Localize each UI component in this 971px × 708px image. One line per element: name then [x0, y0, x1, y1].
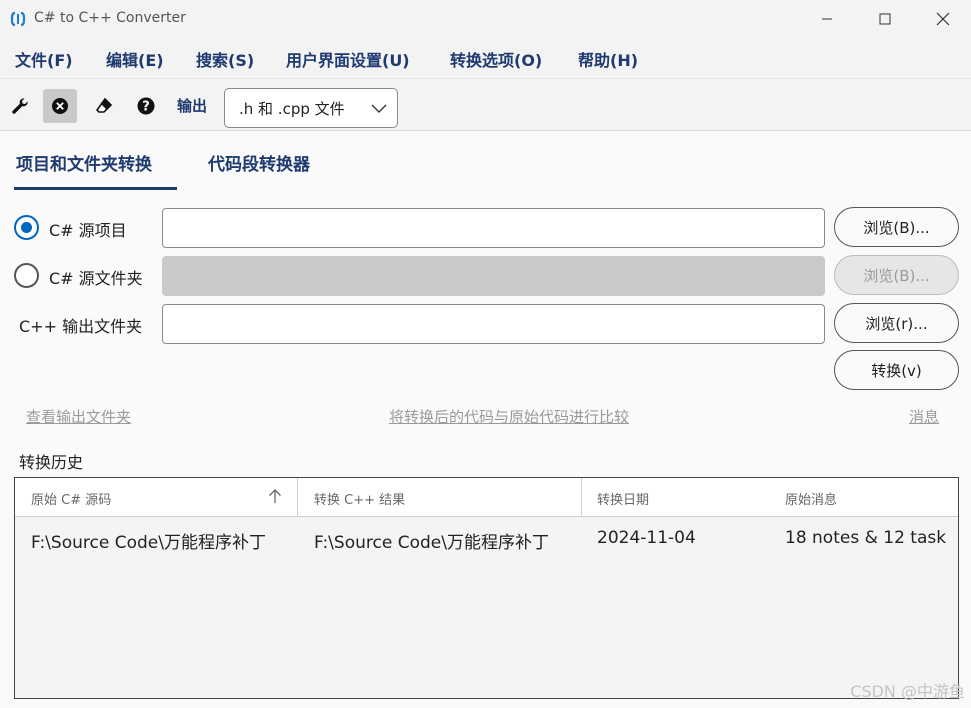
clear-tool-button[interactable]: [87, 89, 121, 123]
convert-button[interactable]: 转换(v): [834, 350, 959, 390]
minimize-icon: [822, 18, 832, 20]
menu-conversion-options[interactable]: 转换选项(O): [450, 47, 542, 71]
column-header-date[interactable]: 转换日期: [597, 489, 649, 508]
source-folder-input: [162, 256, 825, 296]
table-cell-messages: 18 notes & 12 task: [785, 528, 947, 548]
source-folder-label: C# 源文件夹: [49, 269, 143, 288]
main-panel: 项目和文件夹转换 代码段转换器 C# 源项目 浏览(B)... C# 源文件夹 …: [0, 131, 971, 708]
settings-tool-button[interactable]: [3, 89, 37, 123]
column-header-result[interactable]: 转换 C++ 结果: [314, 489, 405, 508]
watermark: CSDN @中游鱼: [850, 682, 965, 701]
minimize-button[interactable]: [798, 0, 856, 38]
table-header: 原始 C# 源码 转换 C++ 结果 转换日期 原始消息: [15, 478, 958, 517]
output-folder-input[interactable]: [162, 304, 825, 344]
browse-output-button[interactable]: 浏览(r)...: [834, 303, 959, 343]
chevron-down-icon: [371, 104, 387, 113]
compare-code-link[interactable]: 将转换后的代码与原始代码进行比较: [389, 406, 629, 427]
table-cell-result: F:\Source Code\万能程序补丁: [314, 533, 549, 553]
close-icon: [936, 12, 950, 26]
window-title: C# to C++ Converter: [34, 10, 186, 26]
output-label: 输出: [177, 97, 208, 115]
menu-search[interactable]: 搜索(S): [196, 47, 254, 71]
source-project-label: C# 源项目: [49, 221, 127, 240]
menu-ui-settings[interactable]: 用户界面设置(U): [286, 47, 410, 71]
tab-snippet-converter[interactable]: 代码段转换器: [208, 150, 310, 175]
menu-edit[interactable]: 编辑(E): [106, 47, 164, 71]
source-project-input[interactable]: [162, 208, 825, 248]
help-icon: ?: [137, 97, 155, 115]
tab-project-folder-conversion[interactable]: 项目和文件夹转换: [16, 150, 152, 175]
toolbar: ? 输出 .h 和 .cpp 文件: [0, 78, 971, 131]
cancel-tool-button[interactable]: [43, 89, 77, 123]
column-separator[interactable]: [297, 478, 298, 517]
view-output-folder-link[interactable]: 查看输出文件夹: [26, 406, 131, 427]
browse-folder-button: 浏览(B)...: [834, 255, 959, 295]
menu-file[interactable]: 文件(F): [15, 47, 73, 71]
title-bar: C# to C++ Converter: [0, 0, 971, 38]
menu-help[interactable]: 帮助(H): [578, 47, 638, 71]
browse-project-button[interactable]: 浏览(B)...: [834, 207, 959, 247]
help-tool-button[interactable]: ?: [129, 89, 163, 123]
close-button[interactable]: [914, 0, 971, 38]
history-label: 转换历史: [19, 453, 84, 472]
output-format-value: .h 和 .cpp 文件: [239, 100, 345, 118]
app-logo-icon: [10, 11, 26, 27]
column-header-messages[interactable]: 原始消息: [785, 489, 837, 508]
output-folder-label: C++ 输出文件夹: [19, 317, 143, 336]
maximize-button[interactable]: [856, 0, 914, 38]
source-project-radio[interactable]: [14, 215, 39, 240]
table-cell-date: 2024-11-04: [597, 528, 696, 548]
wrench-icon: [12, 98, 28, 114]
messages-link[interactable]: 消息: [909, 406, 939, 427]
sort-ascending-icon[interactable]: [268, 488, 282, 504]
active-tab-indicator: [14, 187, 177, 190]
output-format-select[interactable]: .h 和 .cpp 文件: [224, 88, 398, 128]
menu-bar: 文件(F) 编辑(E) 搜索(S) 用户界面设置(U) 转换选项(O) 帮助(H…: [0, 38, 971, 78]
maximize-icon: [879, 13, 891, 25]
table-cell-source: F:\Source Code\万能程序补丁: [31, 533, 266, 553]
column-separator[interactable]: [581, 478, 582, 517]
column-header-source[interactable]: 原始 C# 源码: [31, 489, 111, 508]
cancel-icon: [52, 98, 68, 114]
eraser-icon: [95, 97, 113, 113]
svg-text:?: ?: [142, 100, 150, 115]
source-folder-radio[interactable]: [14, 263, 39, 288]
history-table[interactable]: 原始 C# 源码 转换 C++ 结果 转换日期 原始消息 F:\Source C…: [14, 477, 959, 699]
